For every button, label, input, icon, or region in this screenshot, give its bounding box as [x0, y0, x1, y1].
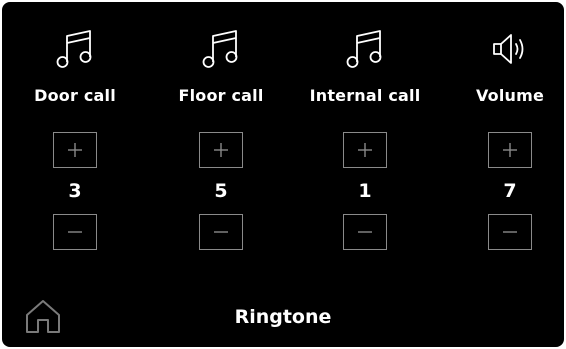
internal-call-value: 1	[358, 180, 372, 202]
plus-icon	[214, 143, 228, 157]
internal-call-label: Internal call	[309, 86, 421, 105]
music-note-icon	[55, 28, 95, 70]
door-call-increase-button[interactable]	[53, 132, 97, 168]
volume-increase-button[interactable]	[488, 132, 532, 168]
minus-icon	[214, 231, 228, 233]
minus-icon	[503, 231, 517, 233]
plus-icon	[503, 143, 517, 157]
minus-icon	[358, 231, 372, 233]
ringtone-screen: Door call 3 Floor call 5 Internal call 1…	[2, 2, 564, 347]
volume-decrease-button[interactable]	[488, 214, 532, 250]
volume-value: 7	[503, 180, 517, 202]
plus-icon	[358, 143, 372, 157]
internal-call-decrease-button[interactable]	[343, 214, 387, 250]
internal-call-control: Internal call 1	[295, 2, 435, 262]
volume-control: Volume 7	[440, 2, 564, 262]
volume-label: Volume	[475, 86, 545, 105]
door-call-value: 3	[68, 180, 82, 202]
floor-call-increase-button[interactable]	[199, 132, 243, 168]
floor-call-decrease-button[interactable]	[199, 214, 243, 250]
music-note-icon	[345, 28, 385, 70]
plus-icon	[68, 143, 82, 157]
door-call-decrease-button[interactable]	[53, 214, 97, 250]
internal-call-increase-button[interactable]	[343, 132, 387, 168]
screen-title: Ringtone	[234, 306, 332, 328]
speaker-icon	[490, 28, 530, 70]
floor-call-control: Floor call 5	[151, 2, 291, 262]
floor-call-value: 5	[214, 180, 228, 202]
music-note-icon	[201, 28, 241, 70]
floor-call-label: Floor call	[178, 86, 264, 105]
minus-icon	[68, 231, 82, 233]
door-call-label: Door call	[34, 86, 116, 105]
door-call-control: Door call 3	[5, 2, 145, 262]
